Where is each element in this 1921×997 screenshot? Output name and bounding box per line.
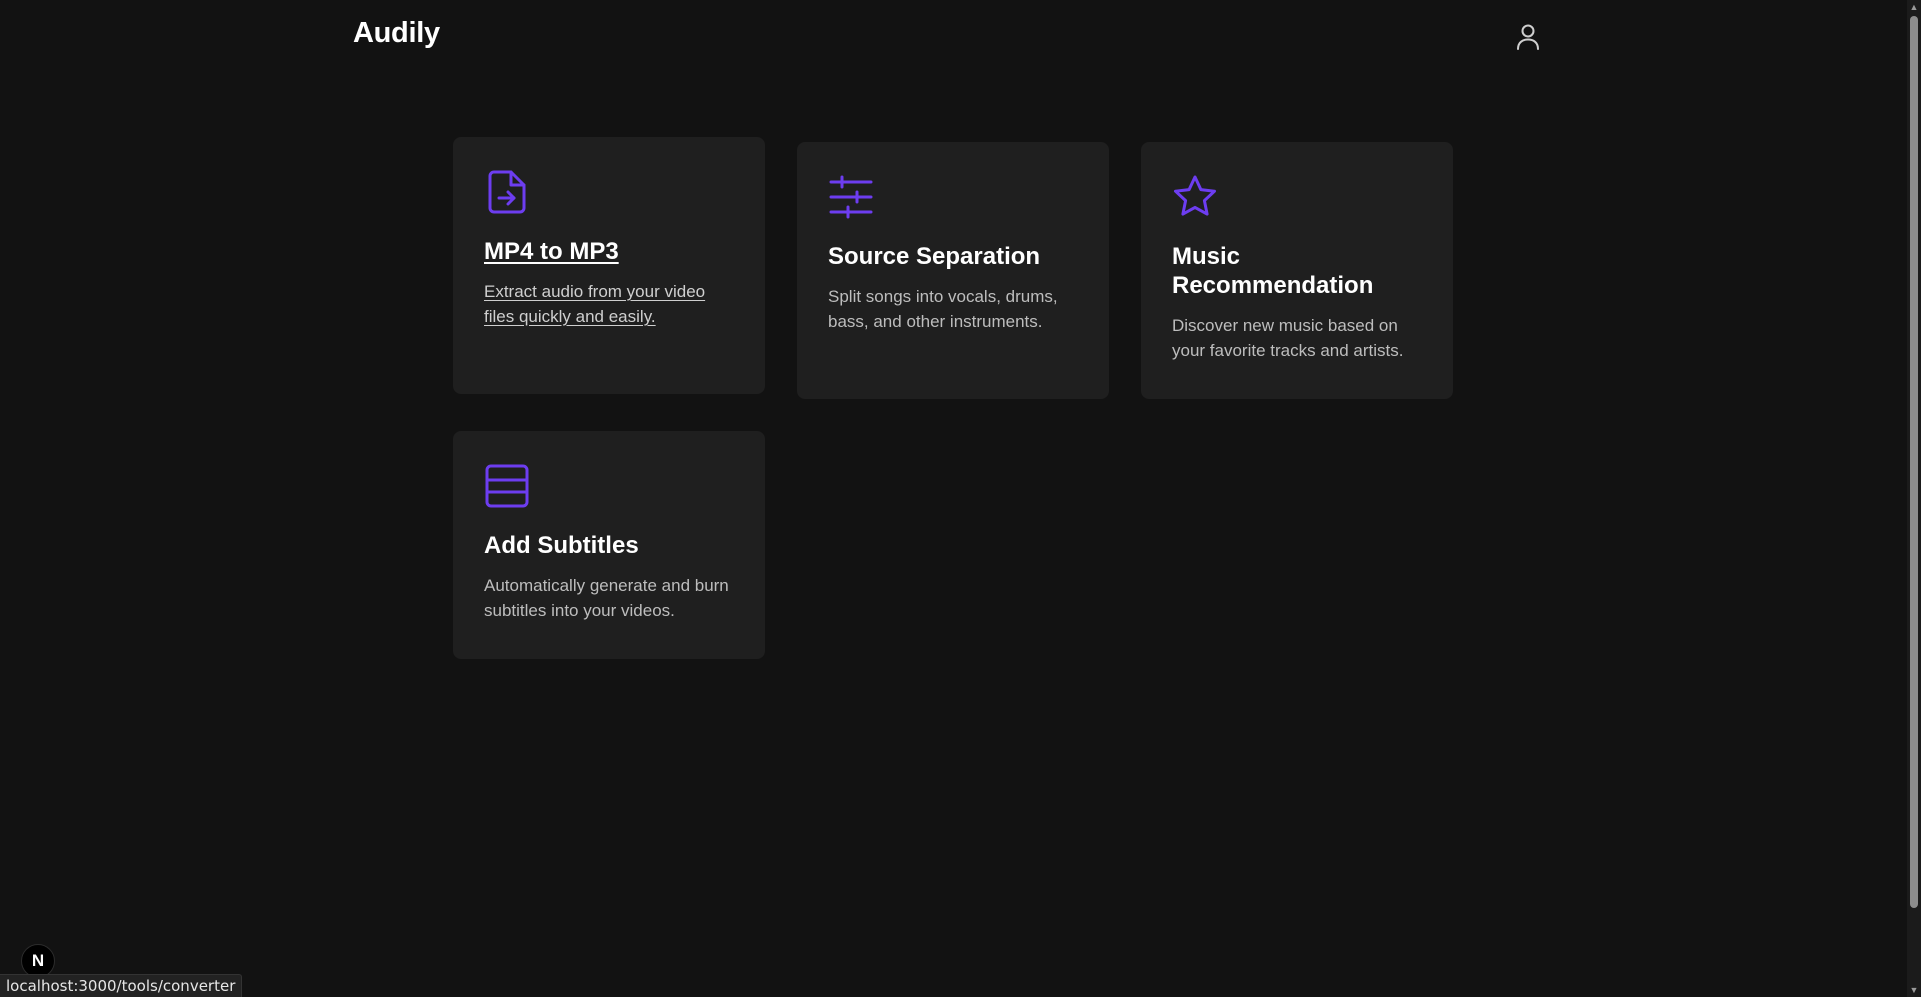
tool-title: Source Separation — [828, 243, 1041, 270]
tool-title: MP4 to MP3 — [484, 238, 619, 265]
tool-description: Automatically generate and burn subtitle… — [484, 576, 729, 620]
scroll-down-arrow-icon[interactable]: ▼ — [1907, 983, 1921, 997]
account-button[interactable] — [1511, 20, 1545, 54]
tool-description: Split songs into vocals, drums, bass, an… — [828, 287, 1058, 331]
star-icon — [1174, 175, 1216, 216]
subtitles-icon — [485, 464, 529, 508]
tool-description: Discover new music based on your favorit… — [1172, 316, 1404, 360]
tool-description: Extract audio from your video files quic… — [484, 282, 706, 326]
tool-title: Music Recommendation — [1172, 243, 1374, 299]
nextjs-dev-indicator[interactable]: N — [21, 944, 55, 978]
file-arrow-right-icon — [488, 170, 526, 214]
user-icon — [1517, 24, 1539, 50]
tool-card-music-recommendation[interactable]: Music Recommendation Discover new music … — [1141, 142, 1453, 399]
sliders-icon — [829, 175, 873, 219]
tool-card-mp4-to-mp3[interactable]: MP4 to MP3 Extract audio from your video… — [453, 137, 765, 394]
page: Audily MP4 to MP3 Extract audio from you… — [0, 0, 1921, 997]
site-header: Audily — [353, 0, 1545, 74]
tool-card-add-subtitles[interactable]: Add Subtitles Automatically generate and… — [453, 431, 765, 659]
tool-title: Add Subtitles — [484, 532, 639, 559]
scrollbar-thumb[interactable] — [1910, 16, 1918, 908]
status-bar-url: localhost:3000/tools/converter — [0, 974, 243, 997]
tool-card-source-separation[interactable]: Source Separation Split songs into vocal… — [797, 142, 1109, 399]
logo[interactable]: Audily — [353, 17, 440, 50]
scroll-up-arrow-icon[interactable]: ▲ — [1907, 0, 1921, 14]
vertical-scrollbar[interactable]: ▲ ▼ — [1907, 0, 1921, 997]
